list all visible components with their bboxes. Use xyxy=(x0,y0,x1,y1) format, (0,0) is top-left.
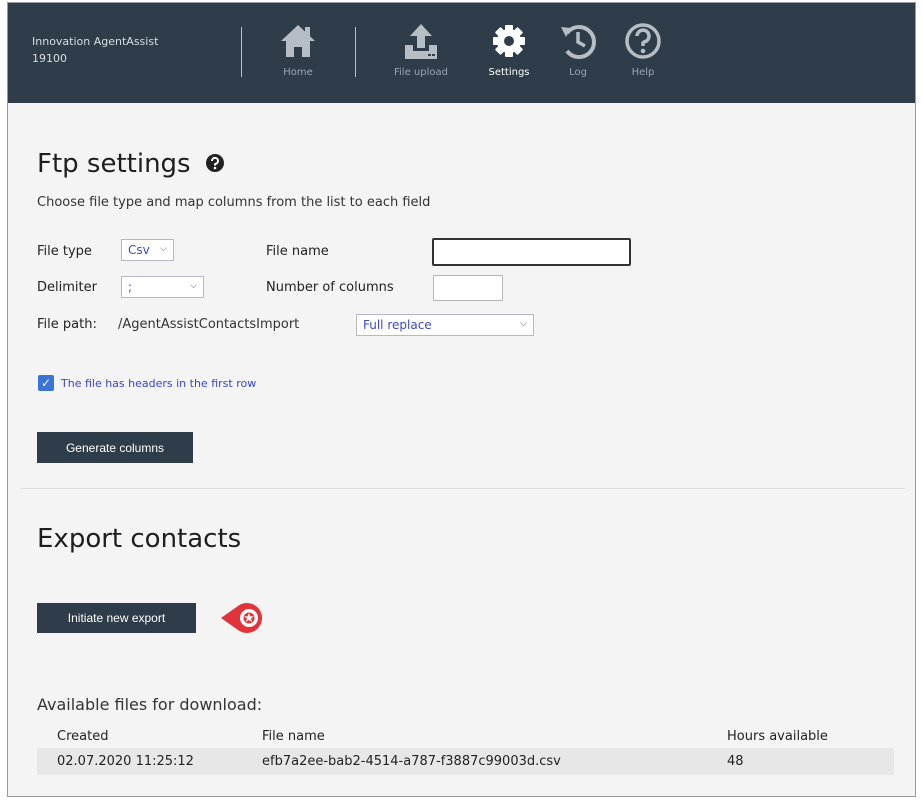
file-path-label: File path: xyxy=(37,317,97,332)
headers-checkbox[interactable]: ✓ xyxy=(38,375,54,391)
nav-log[interactable]: Log xyxy=(558,21,598,78)
nav-file-upload[interactable]: File upload xyxy=(385,21,457,78)
top-navigation-bar: Innovation AgentAssist 19100 Home File u… xyxy=(8,3,915,103)
delimiter-value: ; xyxy=(128,280,133,294)
available-files-label: Available files for download: xyxy=(37,695,263,714)
file-name-input[interactable] xyxy=(432,238,631,266)
nav-log-label: Log xyxy=(569,67,587,78)
delimiter-label: Delimiter xyxy=(37,280,97,295)
step-marker-icon xyxy=(218,600,270,640)
file-type-label: File type xyxy=(37,244,92,259)
column-header-hours-available: Hours available xyxy=(727,729,828,744)
chevron-down-icon: ⌵ xyxy=(520,319,527,329)
file-type-select[interactable]: Csv ⌵ xyxy=(121,239,174,261)
ftp-settings-heading: Ftp settings xyxy=(37,149,225,180)
column-header-created: Created xyxy=(57,729,109,744)
row-created: 02.07.2020 11:25:12 xyxy=(57,754,194,769)
chevron-down-icon: ⌵ xyxy=(190,281,197,291)
upload-icon xyxy=(385,21,457,63)
column-header-file-name: File name xyxy=(262,729,325,744)
brand: Innovation AgentAssist 19100 xyxy=(32,33,158,67)
nav-home[interactable]: Home xyxy=(276,21,320,78)
nav-help[interactable]: Help xyxy=(623,21,663,78)
nav-help-label: Help xyxy=(631,67,655,78)
gear-icon xyxy=(481,21,537,63)
file-type-value: Csv xyxy=(128,243,150,257)
initiate-new-export-button[interactable]: Initiate new export xyxy=(37,603,196,633)
info-help-icon[interactable] xyxy=(205,150,225,180)
nav-file-upload-label: File upload xyxy=(394,67,448,78)
file-name-label: File name xyxy=(266,244,329,259)
import-mode-select[interactable]: Full replace ⌵ xyxy=(356,314,534,336)
headers-checkbox-label[interactable]: The file has headers in the first row xyxy=(61,377,256,390)
delimiter-select[interactable]: ; ⌵ xyxy=(121,276,204,298)
row-hours-available: 48 xyxy=(727,754,744,769)
help-icon xyxy=(623,21,663,63)
app-id: 19100 xyxy=(32,52,67,65)
file-path-value: /AgentAssistContactsImport xyxy=(118,317,300,332)
history-icon xyxy=(558,21,598,63)
import-mode-value: Full replace xyxy=(363,318,432,332)
app-name: Innovation AgentAssist xyxy=(32,35,159,48)
app-window: Innovation AgentAssist 19100 Home File u… xyxy=(7,2,916,797)
number-of-columns-input[interactable] xyxy=(433,275,503,301)
nav-home-label: Home xyxy=(283,67,313,78)
checkmark-icon: ✓ xyxy=(40,376,52,390)
nav-divider xyxy=(355,27,356,77)
export-contacts-heading: Export contacts xyxy=(37,524,242,554)
row-file-name-link[interactable]: efb7a2ee-bab2-4514-a787-f3887c99003d.csv xyxy=(262,754,561,769)
number-of-columns-label: Number of columns xyxy=(266,280,394,295)
home-icon xyxy=(276,21,320,63)
ftp-settings-title: Ftp settings xyxy=(37,149,191,179)
nav-settings-label: Settings xyxy=(488,67,530,78)
section-divider xyxy=(20,488,905,489)
nav-settings[interactable]: Settings xyxy=(481,21,537,78)
nav-divider xyxy=(241,27,242,77)
chevron-down-icon: ⌵ xyxy=(160,244,167,254)
ftp-settings-subtitle: Choose file type and map columns from th… xyxy=(37,195,431,210)
generate-columns-button[interactable]: Generate columns xyxy=(37,432,193,463)
